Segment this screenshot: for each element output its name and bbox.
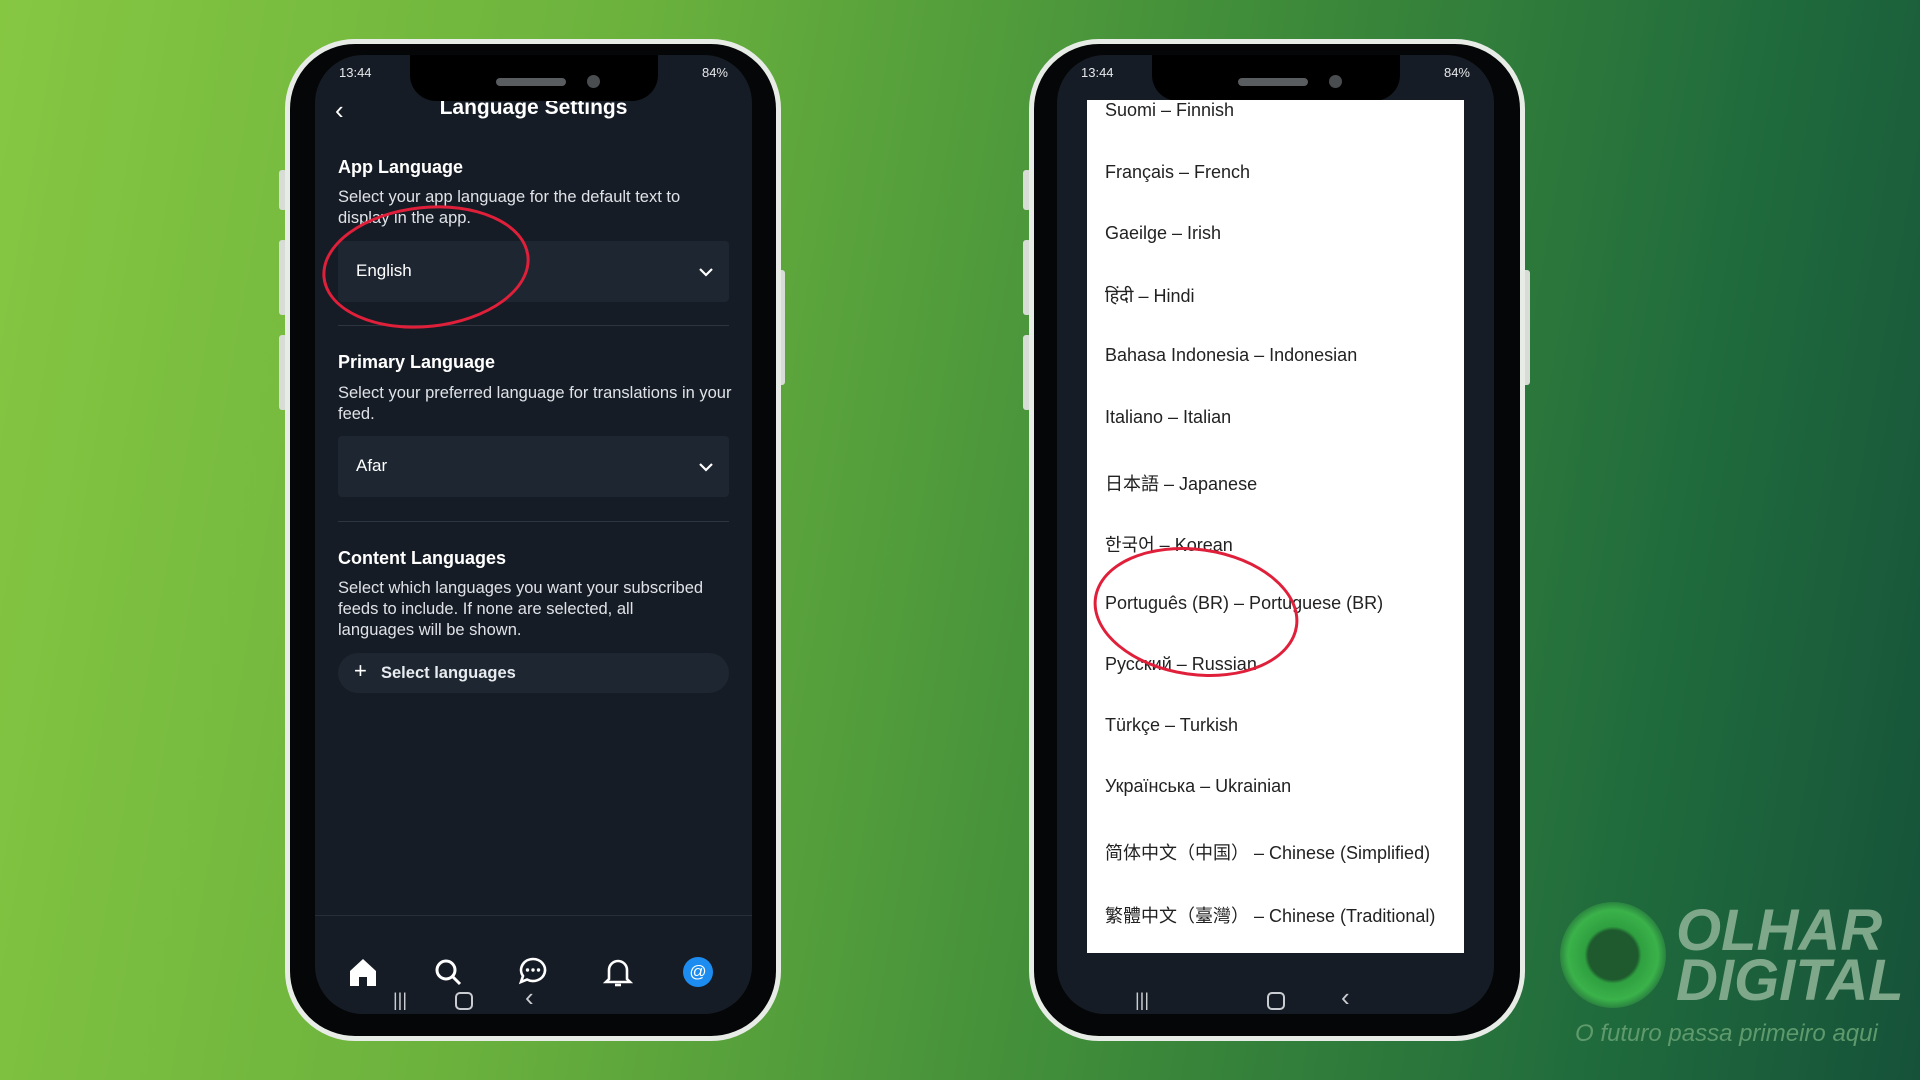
language-option[interactable]: हिंदी – Hindi — [1105, 284, 1194, 308]
divider — [338, 521, 729, 522]
primary-language-dropdown[interactable]: Afar — [338, 436, 729, 497]
status-time: 13:44 — [339, 65, 372, 80]
content-languages-description: Select which languages you want your sub… — [338, 579, 704, 639]
plus-icon: + — [354, 658, 367, 683]
chevron-down-icon — [699, 268, 713, 277]
primary-language-heading: Primary Language — [338, 352, 496, 372]
language-option[interactable]: 日本語 – Japanese — [1105, 470, 1257, 496]
logo-tagline: O futuro passa primeiro aqui — [1575, 1020, 1878, 1047]
status-time: 13:44 — [1081, 65, 1114, 80]
language-option[interactable]: Bahasa Indonesia – Indonesian — [1105, 345, 1357, 366]
bell-icon[interactable] — [600, 955, 636, 989]
status-battery: 84% — [1443, 65, 1470, 80]
language-option[interactable]: 简体中文（中国） – Chinese (Simplified) — [1105, 839, 1430, 865]
home-button-icon[interactable] — [455, 992, 473, 1010]
language-option[interactable]: Gaeilge – Irish — [1105, 223, 1221, 244]
language-option[interactable]: Français – French — [1105, 162, 1250, 183]
language-option[interactable]: Italiano – Italian — [1105, 407, 1231, 428]
language-option[interactable]: 繁體中文（臺灣） – Chinese (Traditional) — [1105, 902, 1435, 928]
recents-icon[interactable]: ||| — [1135, 990, 1149, 1011]
language-picker-screen: 13:44 84% Suomi – Finnish Français – Fre… — [1057, 55, 1494, 1014]
app-language-heading: App Language — [338, 157, 463, 177]
logo-line2: DIGITAL — [1676, 948, 1904, 1013]
content-languages-heading: Content Languages — [338, 548, 507, 568]
home-button-icon[interactable] — [1267, 992, 1285, 1010]
back-nav-icon[interactable]: ‹ — [525, 982, 534, 1013]
primary-language-value: Afar — [356, 456, 388, 475]
back-nav-icon[interactable]: ‹ — [1341, 982, 1350, 1013]
camera-notch — [1152, 55, 1400, 101]
olhar-digital-eye-logo — [1560, 902, 1666, 1008]
home-icon[interactable] — [345, 955, 381, 989]
language-option[interactable]: Türkçe – Turkish — [1105, 715, 1238, 736]
select-languages-label: Select languages — [381, 664, 516, 682]
camera-notch — [410, 55, 658, 101]
chevron-down-icon — [699, 463, 713, 472]
recents-icon[interactable]: ||| — [393, 990, 407, 1011]
profile-avatar-icon[interactable]: @ — [683, 957, 713, 987]
language-option[interactable]: Українська – Ukrainian — [1105, 776, 1291, 797]
language-list[interactable]: Suomi – Finnish Français – French Gaeilg… — [1087, 100, 1464, 953]
status-battery: 84% — [701, 65, 728, 80]
select-languages-button[interactable]: + Select languages — [338, 653, 729, 693]
primary-language-description: Select your preferred language for trans… — [338, 384, 732, 423]
language-option[interactable]: Suomi – Finnish — [1105, 100, 1234, 121]
bottom-nav-divider — [315, 915, 752, 916]
search-icon[interactable] — [430, 955, 466, 989]
language-settings-screen: 13:44 84% ‹ Language Settings App Langua… — [315, 55, 752, 1014]
